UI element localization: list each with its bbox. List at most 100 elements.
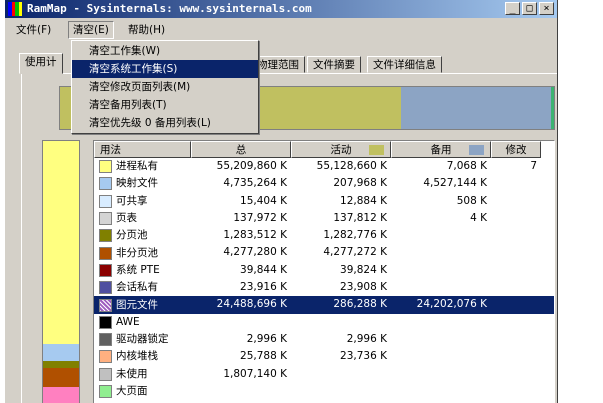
window-title: RamMap - Sysinternals: www.sysinternals.… (27, 2, 312, 15)
minimize-button[interactable]: _ (505, 2, 520, 15)
table-row[interactable]: 非分页池 4,277,280 K 4,277,272 K (94, 244, 554, 261)
table-row[interactable]: AWE (94, 314, 554, 331)
usage-color-swatch (99, 177, 112, 191)
usage-label: 图元文件 (116, 298, 158, 311)
modified-cell (491, 296, 541, 313)
usage-color-swatch (99, 194, 112, 208)
vbar-paged-pool (43, 360, 79, 369)
usage-color-swatch (99, 350, 112, 364)
modified-cell: 7 (530, 160, 537, 172)
usage-label: 映射文件 (116, 177, 158, 190)
close-button[interactable]: × (539, 2, 554, 15)
active-cell (291, 383, 391, 400)
standby-cell (391, 366, 491, 383)
usage-cell: 驱动器锁定 (94, 331, 191, 348)
standby-cell (391, 314, 491, 331)
table-row[interactable]: 系统 PTE 39,844 K 39,824 K (94, 262, 554, 279)
usage-label: AWE (116, 315, 140, 328)
modified-cell (491, 210, 541, 227)
usage-cell: 非分页池 (94, 244, 191, 261)
usage-cell: 页表 (94, 210, 191, 227)
empty-working-sets-item[interactable]: 清空工作集(W) (72, 42, 258, 60)
empty-modified-page-list-item[interactable]: 清空修改页面列表(M) (72, 78, 258, 96)
standby-segment (400, 87, 552, 129)
modified-cell (491, 244, 541, 261)
active-cell: 55,128,660 K (316, 160, 387, 172)
standby-cell (391, 331, 491, 348)
usage-color-swatch (99, 160, 112, 174)
menu-help[interactable]: 帮助(H) (124, 22, 169, 38)
empty-system-working-set-item[interactable]: 清空系统工作集(S) (72, 60, 258, 78)
usage-cell: 图元文件 (94, 296, 191, 313)
standby-color-swatch (469, 145, 484, 155)
tab-physical-ranges[interactable]: 物理范围 (251, 56, 305, 73)
table-row[interactable]: 分页池 1,283,512 K 1,282,776 K (94, 227, 554, 244)
usage-cell: 进程私有 (94, 158, 191, 175)
modified-cell (491, 383, 541, 400)
maximize-button[interactable]: □ (522, 2, 537, 15)
total-cell: 4,277,280 K (223, 246, 287, 259)
list-rows: 进程私有 55,209,860 K 55,128,660 K 7,068 K 7 映射文件… (94, 158, 554, 400)
col-modified[interactable]: 修改 (491, 141, 541, 158)
standby-cell: 24,202,076 K (416, 298, 487, 311)
total-cell: 55,209,860 K (216, 160, 287, 172)
tab-file-summary[interactable]: 文件摘要 (307, 56, 361, 73)
total-cell: 25,788 K (240, 350, 287, 363)
usage-cell: 分页池 (94, 227, 191, 244)
table-row[interactable]: 图元文件 24,488,696 K 286,288 K 24,202,076 K (94, 296, 554, 314)
col-standby-label: 备用 (430, 144, 452, 156)
usage-color-swatch (99, 367, 112, 381)
menu-empty[interactable]: 清空(E) (68, 21, 114, 39)
usage-cell: 映射文件 (94, 175, 191, 192)
empty-priority0-standby-item[interactable]: 清空优先级 0 备用列表(L) (72, 114, 258, 132)
usage-color-swatch (99, 212, 112, 226)
usage-cell: 大页面 (94, 383, 191, 400)
table-row[interactable]: 内核堆栈 25,788 K 23,736 K (94, 348, 554, 365)
table-row[interactable]: 进程私有 55,209,860 K 55,128,660 K 7,068 K 7 (94, 158, 554, 175)
usage-cell: 可共享 (94, 193, 191, 210)
table-row[interactable]: 可共享 15,404 K 12,884 K 508 K (94, 193, 554, 210)
usage-label: 大页面 (116, 385, 148, 397)
vbar-nonpaged-pool (43, 368, 79, 387)
usage-color-swatch (99, 298, 112, 312)
col-active-label: 活动 (330, 144, 352, 156)
modified-cell (491, 314, 541, 331)
table-row[interactable]: 页表 137,972 K 137,812 K 4 K (94, 210, 554, 227)
tab-use-counts[interactable]: 使用计 (19, 53, 63, 74)
tab-file-details[interactable]: 文件详细信息 (367, 56, 442, 73)
usage-color-swatch (99, 315, 112, 329)
modified-cell (491, 175, 541, 192)
table-row[interactable]: 未使用 1,807,140 K (94, 366, 554, 383)
standby-cell: 4 K (470, 211, 487, 224)
active-cell: 137,812 K (333, 211, 387, 224)
table-row[interactable]: 映射文件 4,735,264 K 207,968 K 4,527,144 K (94, 175, 554, 192)
total-cell: 137,972 K (233, 211, 287, 224)
usage-label: 未使用 (116, 367, 148, 380)
col-usage[interactable]: 用法 (94, 141, 191, 158)
standby-cell (391, 348, 491, 365)
vbar-process-private (43, 141, 79, 344)
usage-cell: 系统 PTE (94, 262, 191, 279)
total-cell: 24,488,696 K (216, 298, 287, 311)
total-cell: 23,916 K (240, 281, 287, 294)
table-row[interactable]: 会话私有 23,916 K 23,908 K (94, 279, 554, 296)
usage-color-swatch (99, 263, 112, 277)
empty-standby-list-item[interactable]: 清空备用列表(T) (72, 96, 258, 114)
col-total[interactable]: 总 (191, 141, 291, 158)
table-row[interactable]: 大页面 (94, 383, 554, 400)
usage-label: 进程私有 (116, 160, 158, 173)
col-active[interactable]: 活动 (291, 141, 391, 158)
total-cell: 4,735,264 K (223, 177, 287, 190)
usage-color-swatch (99, 385, 112, 398)
col-standby[interactable]: 备用 (391, 141, 491, 158)
usage-cell: 会话私有 (94, 279, 191, 296)
usage-label: 页表 (116, 212, 137, 225)
usage-list-view[interactable]: 用法 总 活动 备用 修改 进程私有 55,209,860 K 55,128,660… (93, 140, 555, 403)
usage-cell: 内核堆栈 (94, 348, 191, 365)
menu-file[interactable]: 文件(F) (12, 22, 55, 38)
title-bar[interactable]: RamMap - Sysinternals: www.sysinternals.… (5, 0, 557, 18)
standby-cell (391, 244, 491, 261)
usage-label: 驱动器锁定 (116, 333, 169, 346)
table-row[interactable]: 驱动器锁定 2,996 K 2,996 K (94, 331, 554, 348)
total-cell (191, 314, 291, 331)
